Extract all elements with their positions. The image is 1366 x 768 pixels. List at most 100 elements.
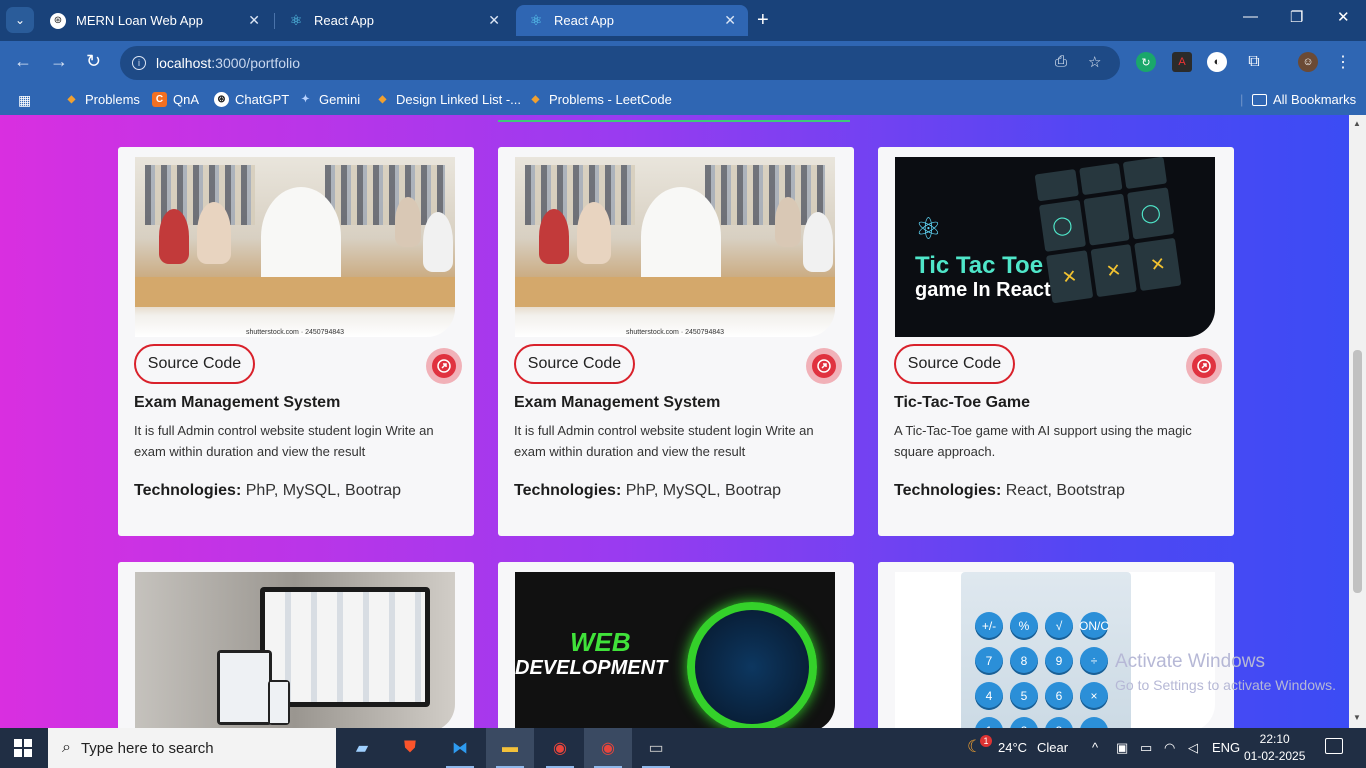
project-card: shutterstock.com · 2450794843 Source Cod…: [118, 147, 474, 536]
project-card: [118, 562, 474, 728]
activate-windows-subtitle: Go to Settings to activate Windows.: [1115, 677, 1336, 693]
bookmark-problems-leetcode[interactable]: ◆ Problems - LeetCode: [528, 92, 672, 107]
scroll-up-icon[interactable]: ▲: [1353, 119, 1361, 128]
extensions-puzzle-icon[interactable]: ⧉: [1244, 52, 1264, 72]
tech-list: React, Bootstrap: [1005, 482, 1125, 499]
restore-icon[interactable]: ❐: [1290, 8, 1303, 26]
terminal-icon[interactable]: ▭: [632, 728, 680, 768]
language-indicator[interactable]: ENG: [1212, 740, 1240, 755]
external-link-icon: [437, 359, 451, 373]
back-icon[interactable]: ←: [14, 51, 32, 72]
taskbar-search-input[interactable]: ⌕ Type here to search: [48, 728, 336, 768]
project-technologies: Technologies: PhP, MySQL, Bootrap: [514, 482, 781, 500]
weather-temp[interactable]: 24°C: [998, 740, 1027, 755]
bookmark-design-linked-list[interactable]: ◆ Design Linked List -...: [375, 92, 521, 107]
address-bar[interactable]: i localhost:3000/portfolio: [120, 46, 1120, 80]
vscode-icon[interactable]: ⧓: [436, 728, 484, 768]
close-window-icon[interactable]: ✕: [1337, 8, 1350, 26]
weather-condition[interactable]: Clear: [1037, 740, 1068, 755]
tab-title: MERN Loan Web App: [76, 13, 203, 28]
scrollbar-thumb[interactable]: [1353, 350, 1362, 593]
tab-divider: [274, 13, 275, 29]
chevron-down-icon: ⌄: [14, 13, 26, 27]
profile-avatar[interactable]: ☺: [1298, 52, 1318, 72]
bookmark-label: Gemini: [319, 92, 361, 107]
all-bookmarks[interactable]: All Bookmarks: [1252, 92, 1356, 107]
devices-mockup-photo: [135, 572, 455, 728]
project-title: Tic-Tac-Toe Game: [894, 394, 1031, 411]
project-title: Exam Management System: [514, 394, 721, 411]
tic-tac-toe-board: ◯ ◯ ✕ ✕ ✕: [1034, 157, 1182, 304]
tab-react-app-1[interactable]: ⚛ React App ✕: [276, 5, 512, 36]
source-code-button[interactable]: Source Code: [134, 344, 255, 384]
source-code-button[interactable]: Source Code: [894, 344, 1015, 384]
react-icon: ⚛: [289, 12, 303, 28]
battery-icon[interactable]: ▭: [1140, 740, 1152, 756]
leetcode-icon: ◆: [67, 94, 76, 105]
tech-label: Technologies:: [894, 482, 1002, 499]
windows-start-icon[interactable]: [14, 739, 32, 757]
forward-icon[interactable]: →: [50, 51, 68, 72]
volume-icon[interactable]: ◁: [1188, 740, 1198, 756]
file-explorer-icon[interactable]: ▬: [486, 728, 534, 768]
all-bookmarks-label: All Bookmarks: [1273, 92, 1357, 107]
bookmarks-bar: ▦ ◆ Problems C QnA ⊛ ChatGPT ✦ Gemini ◆ Desig…: [0, 85, 1366, 115]
wifi-icon[interactable]: ◠: [1164, 740, 1175, 756]
tech-label: Technologies:: [134, 482, 242, 499]
source-code-button[interactable]: Source Code: [514, 344, 635, 384]
project-card: ⚛ Tic Tac Toe game In React ◯ ◯ ✕ ✕ ✕ Sourc…: [878, 147, 1234, 536]
banner-subtitle: DEVELOPMENT: [515, 657, 668, 679]
dark-mode-icon[interactable]: ◐: [1207, 52, 1227, 72]
notification-icon[interactable]: [1325, 738, 1343, 754]
acrobat-icon[interactable]: A: [1172, 52, 1192, 72]
chatgpt-icon: ⊛: [214, 92, 229, 107]
close-icon[interactable]: ✕: [248, 12, 260, 29]
clock[interactable]: 22:10 01-02-2025: [1244, 731, 1305, 765]
apps-grid-icon[interactable]: ▦: [18, 92, 31, 109]
close-icon[interactable]: ✕: [488, 12, 500, 29]
bookmark-qna[interactable]: C QnA: [152, 92, 199, 107]
tab-mern-loan[interactable]: ⊛ MERN Loan Web App ✕: [38, 5, 272, 36]
minimize-icon[interactable]: —: [1243, 8, 1258, 25]
scroll-down-icon[interactable]: ▼: [1353, 713, 1361, 722]
close-icon[interactable]: ✕: [724, 12, 736, 29]
install-app-icon[interactable]: ⎙: [1055, 53, 1067, 70]
tray-chevron-up-icon[interactable]: ^: [1092, 740, 1098, 755]
brave-icon[interactable]: ⛊: [386, 728, 434, 768]
meet-icon[interactable]: ▣: [1116, 740, 1128, 756]
section-underline: [498, 120, 850, 122]
notes-app-icon[interactable]: ▰: [338, 728, 386, 768]
bookmark-gemini[interactable]: ✦ Gemini: [298, 92, 360, 107]
bookmark-label: QnA: [173, 92, 200, 107]
open-project-button[interactable]: [806, 348, 842, 384]
bookmark-chatgpt[interactable]: ⊛ ChatGPT: [214, 92, 289, 107]
leetcode-icon: ◆: [378, 94, 387, 105]
tab-search-button[interactable]: ⌄: [6, 7, 34, 33]
extension-green-icon[interactable]: ↻: [1136, 52, 1156, 72]
open-project-button[interactable]: [426, 348, 462, 384]
activate-windows-title: Activate Windows: [1115, 651, 1265, 672]
project-technologies: Technologies: React, Bootstrap: [894, 482, 1125, 500]
tab-title: React App: [554, 13, 614, 28]
tic-tac-toe-banner: ⚛ Tic Tac Toe game In React ◯ ◯ ✕ ✕ ✕: [895, 157, 1215, 337]
open-project-button[interactable]: [1186, 348, 1222, 384]
new-tab-button[interactable]: +: [757, 9, 769, 32]
bookmark-star-icon[interactable]: ☆: [1088, 53, 1101, 71]
project-description: It is full Admin control website student…: [514, 423, 814, 459]
menu-kebab-icon[interactable]: ⋮: [1333, 52, 1353, 72]
chrome-icon[interactable]: ◉: [536, 728, 584, 768]
reload-icon[interactable]: ↻: [86, 51, 101, 72]
site-info-icon[interactable]: i: [132, 56, 146, 70]
bookmark-problems[interactable]: ◆ Problems: [64, 92, 140, 107]
page-scrollbar[interactable]: ▲ ▼: [1349, 115, 1366, 728]
banner-subtitle: game In React: [915, 279, 1051, 301]
tab-react-app-2[interactable]: ⚛ React App ✕: [516, 5, 748, 36]
url-path: :3000/portfolio: [211, 55, 300, 71]
folder-icon: [1252, 93, 1267, 106]
external-link-icon: [1197, 359, 1211, 373]
chrome-profile-icon[interactable]: ◉: [584, 728, 632, 768]
external-link-icon: [817, 359, 831, 373]
bookmark-label: ChatGPT: [235, 92, 290, 107]
url-host: localhost: [156, 55, 212, 71]
page-viewport: shutterstock.com · 2450794843 Source Cod…: [0, 115, 1366, 728]
